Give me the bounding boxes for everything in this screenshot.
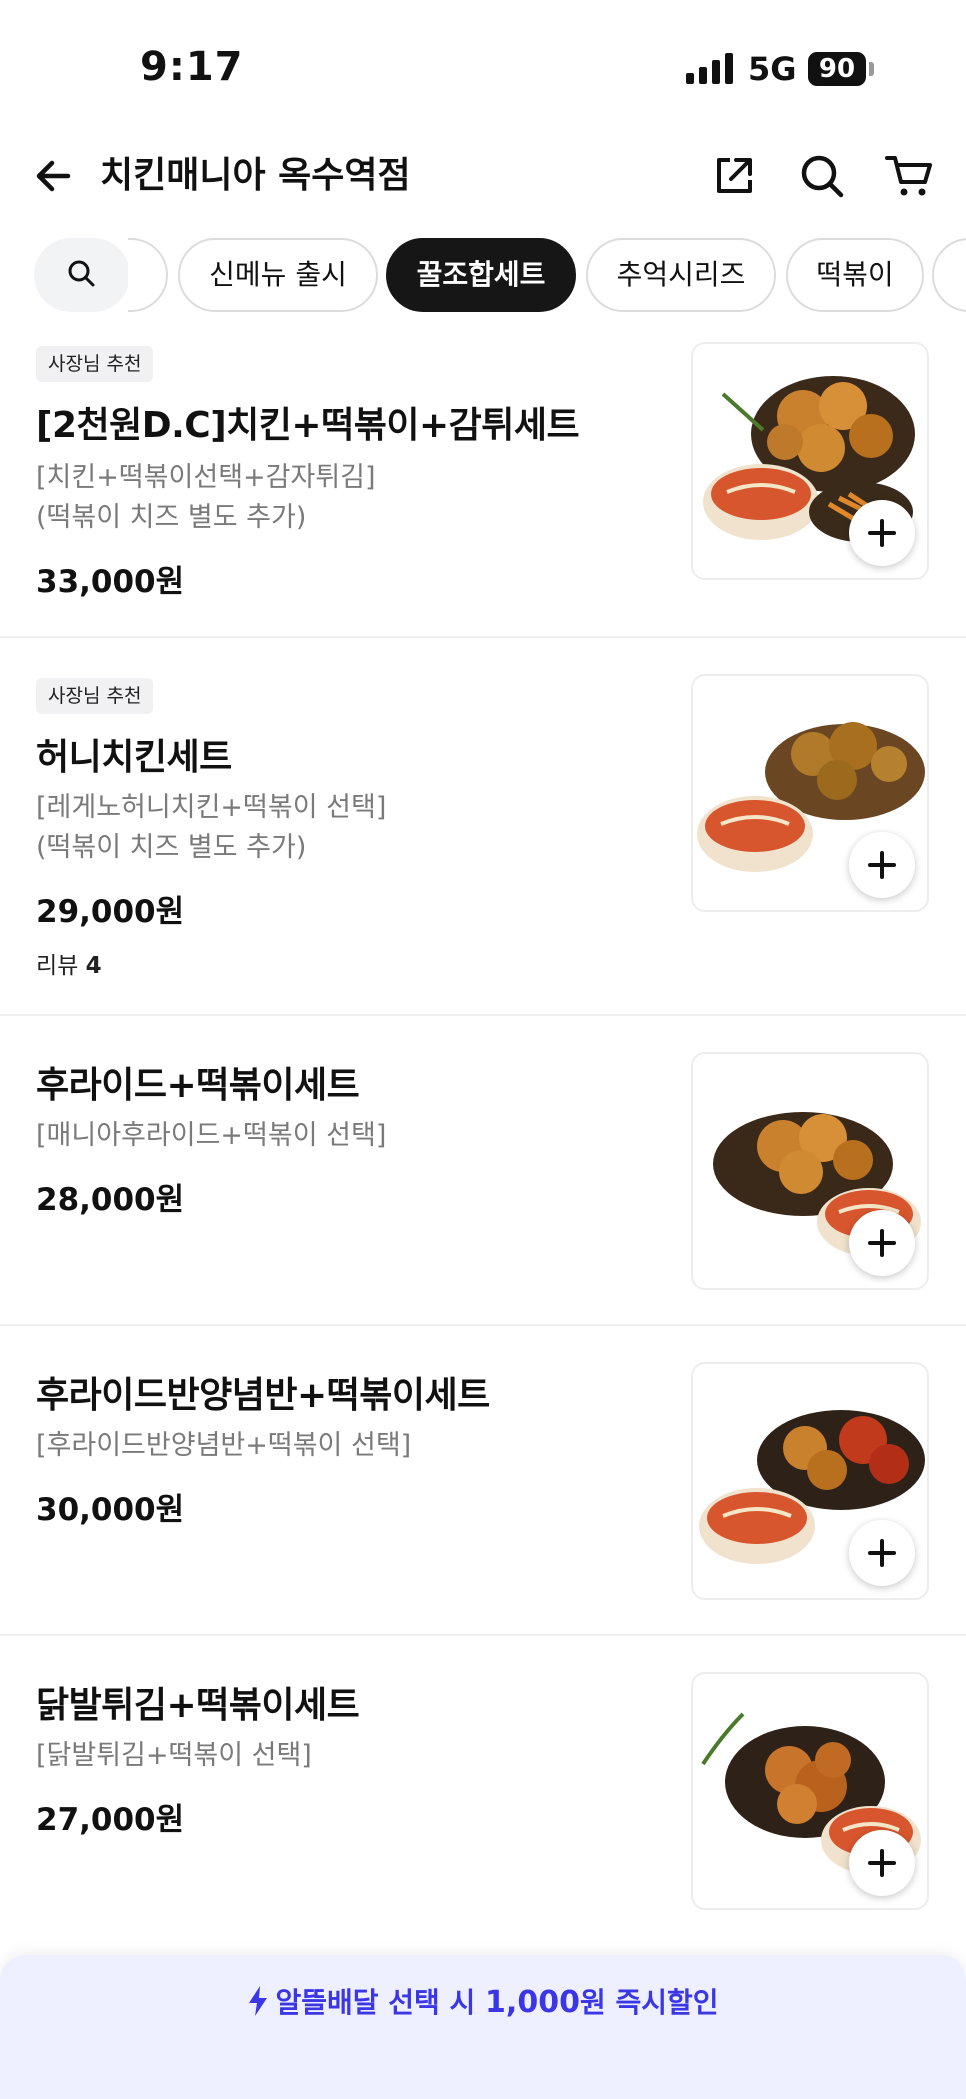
chip-combo-set[interactable]: 꿀조합세트 [386,238,576,312]
category-search-button[interactable] [34,238,130,312]
menu-item[interactable]: 사장님 추천 허니치킨세트 [레게노허니치킨+떡볶이 선택] (떡볶이 치즈 별… [0,638,966,1016]
add-to-cart-button[interactable] [849,832,915,898]
menu-item-price: 27,000원 [36,1802,185,1838]
battery-icon: 90 [808,52,866,86]
battery-tip [869,62,874,76]
menu-item-name: 닭발튀김+떡볶이세트 [36,1685,360,1726]
add-to-cart-button[interactable] [849,500,915,566]
network-type: 5G [748,50,797,88]
menu-item-name: [2천원D.C]치킨+떡볶이+감튀세트 [36,405,580,446]
menu-item-price: 28,000원 [36,1182,185,1218]
menu-item-desc: [닭발튀김+떡볶이 선택] [36,1740,312,1771]
store-title: 치킨매니아 옥수역점 [100,155,411,196]
chip-fragment [128,238,168,312]
cart-icon[interactable] [882,148,938,204]
review-count: 리뷰 4 [36,953,102,979]
share-icon[interactable] [706,148,762,204]
menu-item-name: 후라이드반양념반+떡볶이세트 [36,1375,490,1416]
menu-item-price: 30,000원 [36,1492,185,1528]
menu-item-desc-note: (떡볶이 치즈 별도 추가) [36,502,307,533]
chip-tteokbokki[interactable]: 떡볶이 [786,238,924,312]
menu-item-image [691,1052,929,1290]
delivery-discount-banner[interactable]: 알뜰배달 선택 시 1,000원 즉시할인 [0,1955,966,2099]
signal-icon [686,52,734,84]
add-to-cart-button[interactable] [849,1210,915,1276]
menu-item-image [691,1672,929,1910]
menu-item-image [691,674,929,912]
back-arrow-icon[interactable] [28,148,84,204]
owner-pick-badge: 사장님 추천 [36,678,154,714]
menu-item-image [691,1362,929,1600]
menu-item[interactable]: 사장님 추천 [2천원D.C]치킨+떡볶이+감튀세트 [치킨+떡볶이선택+감자튀… [0,330,966,638]
chip-memory-series[interactable]: 추억시리즈 [586,238,776,312]
status-time: 9:17 [140,44,244,90]
add-to-cart-button[interactable] [849,1830,915,1896]
owner-pick-badge: 사장님 추천 [36,346,154,382]
menu-item-image [691,342,929,580]
menu-item-desc: [매니아후라이드+떡볶이 선택] [36,1120,387,1151]
category-chips: 신메뉴 출시 꿀조합세트 추억시리즈 떡볶이 [0,234,966,318]
add-to-cart-button[interactable] [849,1520,915,1586]
status-bar: 9:17 5G 90 [0,0,966,130]
menu-item-price: 33,000원 [36,564,185,600]
lightning-icon [249,1986,268,2016]
menu-item-name: 후라이드+떡볶이세트 [36,1065,360,1106]
menu-item[interactable]: 후라이드반양념반+떡볶이세트 [후라이드반양념반+떡볶이 선택] 30,000원 [0,1326,966,1636]
chip-more[interactable] [932,238,966,312]
menu-item-name: 허니치킨세트 [36,737,232,778]
menu-item-desc: [레게노허니치킨+떡볶이 선택] [36,792,387,823]
menu-item-desc-note: (떡볶이 치즈 별도 추가) [36,832,307,863]
app-header: 치킨매니아 옥수역점 [0,130,966,240]
chip-new-menu[interactable]: 신메뉴 출시 [178,238,378,312]
menu-item-desc: [후라이드반양념반+떡볶이 선택] [36,1430,412,1461]
menu-item-price: 29,000원 [36,894,185,930]
promo-text: 알뜰배달 선택 시 1,000원 즉시할인 [0,1981,966,2021]
menu-item[interactable]: 닭발튀김+떡볶이세트 [닭발튀김+떡볶이 선택] 27,000원 [0,1636,966,1956]
search-icon[interactable] [794,148,850,204]
menu-item[interactable]: 후라이드+떡볶이세트 [매니아후라이드+떡볶이 선택] 28,000원 [0,1016,966,1326]
menu-item-desc: [치킨+떡볶이선택+감자튀김] [36,462,376,493]
